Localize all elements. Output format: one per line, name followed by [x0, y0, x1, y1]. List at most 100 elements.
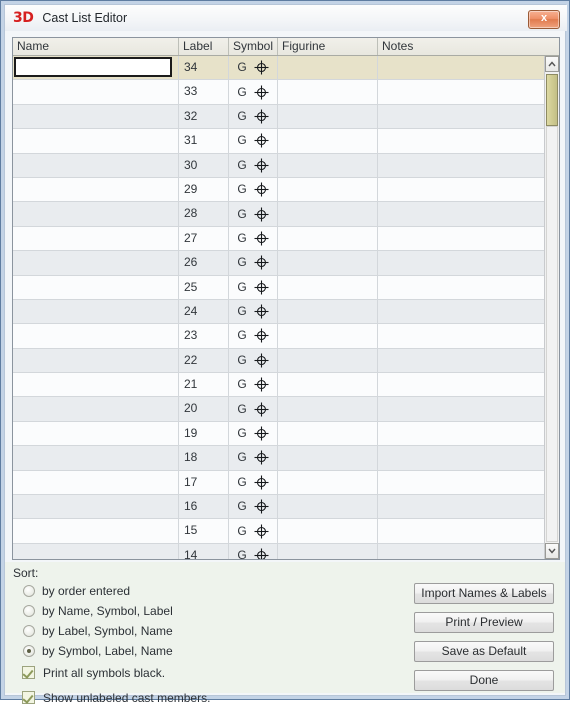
cell-name[interactable]	[13, 80, 179, 104]
cell-name[interactable]	[13, 177, 179, 202]
cell-figurine[interactable]	[278, 397, 378, 421]
cell-name[interactable]	[13, 56, 179, 80]
import-names-labels-button[interactable]: Import Names & Labels	[414, 583, 554, 604]
cell-figurine[interactable]	[278, 543, 378, 559]
radio-name-symbol-label[interactable]	[23, 604, 35, 617]
cell-figurine[interactable]	[278, 251, 378, 275]
cell-symbol[interactable]: G	[229, 56, 278, 80]
table-row[interactable]: 33 G	[13, 80, 544, 105]
cell-figurine[interactable]	[278, 177, 378, 202]
cell-name[interactable]	[13, 324, 179, 348]
table-row[interactable]: 30 G	[13, 153, 544, 178]
cell-symbol[interactable]: G	[229, 226, 278, 251]
checkbox-show-unlabeled[interactable]: Show unlabeled cast members.	[22, 688, 210, 707]
cell-label[interactable]: 16	[179, 495, 229, 519]
cell-label[interactable]: 19	[179, 421, 229, 446]
save-as-default-button[interactable]: Save as Default	[414, 641, 554, 662]
table-row[interactable]: 18 G	[13, 446, 544, 471]
cell-figurine[interactable]	[278, 421, 378, 446]
cell-symbol[interactable]: G	[229, 397, 278, 421]
cell-name[interactable]	[13, 421, 179, 446]
column-header-figurine[interactable]: Figurine	[278, 38, 378, 55]
cell-label[interactable]: 27	[179, 226, 229, 251]
cell-figurine[interactable]	[278, 324, 378, 348]
cell-notes[interactable]	[378, 251, 544, 274]
cell-notes[interactable]	[378, 154, 544, 177]
radio-symbol-label-name[interactable]	[23, 644, 35, 657]
cell-notes[interactable]	[378, 544, 544, 559]
close-button[interactable]: x	[528, 10, 560, 29]
cell-label[interactable]: 22	[179, 348, 229, 373]
cell-symbol[interactable]: G	[229, 153, 278, 177]
scroll-up-button[interactable]	[545, 56, 559, 72]
sort-option-symbol-label-name[interactable]: by Symbol, Label, Name	[23, 641, 173, 660]
table-row[interactable]: 31 G	[13, 129, 544, 154]
cell-figurine[interactable]	[278, 446, 378, 470]
table-row[interactable]: 25 G	[13, 275, 544, 300]
cell-notes[interactable]	[378, 129, 544, 152]
cell-label[interactable]: 28	[179, 202, 229, 226]
cell-symbol[interactable]: G	[229, 446, 278, 470]
cell-notes[interactable]	[378, 422, 544, 445]
cell-symbol[interactable]: G	[229, 324, 278, 348]
cell-notes[interactable]	[378, 178, 544, 201]
column-header-name[interactable]: Name	[13, 38, 179, 55]
cell-notes[interactable]	[378, 446, 544, 469]
cell-notes[interactable]	[378, 349, 544, 372]
cell-name[interactable]	[13, 299, 179, 324]
scroll-down-button[interactable]	[545, 543, 559, 559]
cell-figurine[interactable]	[278, 348, 378, 373]
table-row[interactable]: 16 G	[13, 495, 544, 520]
column-header-notes[interactable]: Notes	[378, 38, 544, 55]
cell-notes[interactable]	[378, 397, 544, 420]
table-row[interactable]: 26 G	[13, 251, 544, 276]
cell-notes[interactable]	[378, 105, 544, 128]
cell-name[interactable]	[13, 275, 179, 299]
cell-name[interactable]	[13, 129, 179, 153]
column-header-symbol[interactable]: Symbol	[229, 38, 278, 55]
table-row[interactable]: 19 G	[13, 421, 544, 447]
sort-option-name-symbol-label[interactable]: by Name, Symbol, Label	[23, 601, 173, 620]
table-row[interactable]: 34 G	[13, 56, 544, 81]
cell-name[interactable]	[13, 519, 179, 543]
cell-notes[interactable]	[378, 80, 544, 103]
cell-notes[interactable]	[378, 227, 544, 250]
cell-symbol[interactable]: G	[229, 519, 278, 543]
cell-figurine[interactable]	[278, 80, 378, 104]
cell-figurine[interactable]	[278, 373, 378, 397]
checkbox-print-symbols-black[interactable]: Print all symbols black.	[22, 663, 165, 682]
table-row[interactable]: 32 G	[13, 104, 544, 130]
cell-symbol[interactable]: G	[229, 495, 278, 519]
cell-label[interactable]: 18	[179, 446, 229, 470]
cell-notes[interactable]	[378, 276, 544, 299]
cell-label[interactable]: 24	[179, 299, 229, 324]
cell-symbol[interactable]: G	[229, 348, 278, 373]
cell-label[interactable]: 21	[179, 373, 229, 397]
table-row[interactable]: 23 G	[13, 324, 544, 349]
cell-figurine[interactable]	[278, 104, 378, 129]
cell-notes[interactable]	[378, 519, 544, 542]
radio-order-entered[interactable]	[23, 584, 35, 597]
cell-label[interactable]: 34	[179, 56, 229, 80]
cell-figurine[interactable]	[278, 129, 378, 153]
print-preview-button[interactable]: Print / Preview	[414, 612, 554, 633]
cell-figurine[interactable]	[278, 275, 378, 299]
cell-symbol[interactable]: G	[229, 80, 278, 104]
cell-figurine[interactable]	[278, 495, 378, 519]
cell-name[interactable]	[13, 373, 179, 397]
radio-label-symbol-name[interactable]	[23, 624, 35, 637]
column-header-label[interactable]: Label	[179, 38, 229, 55]
table-row[interactable]: 15 G	[13, 519, 544, 544]
cell-figurine[interactable]	[278, 202, 378, 226]
cell-symbol[interactable]: G	[229, 104, 278, 129]
cell-label[interactable]: 26	[179, 251, 229, 275]
cell-figurine[interactable]	[278, 153, 378, 177]
cell-figurine[interactable]	[278, 226, 378, 251]
table-row[interactable]: 22 G	[13, 348, 544, 374]
cell-name[interactable]	[13, 104, 179, 129]
checkbox-box[interactable]	[22, 666, 35, 679]
cell-label[interactable]: 32	[179, 104, 229, 129]
cell-notes[interactable]	[378, 373, 544, 396]
cell-name[interactable]	[13, 446, 179, 470]
cell-name[interactable]	[13, 153, 179, 177]
